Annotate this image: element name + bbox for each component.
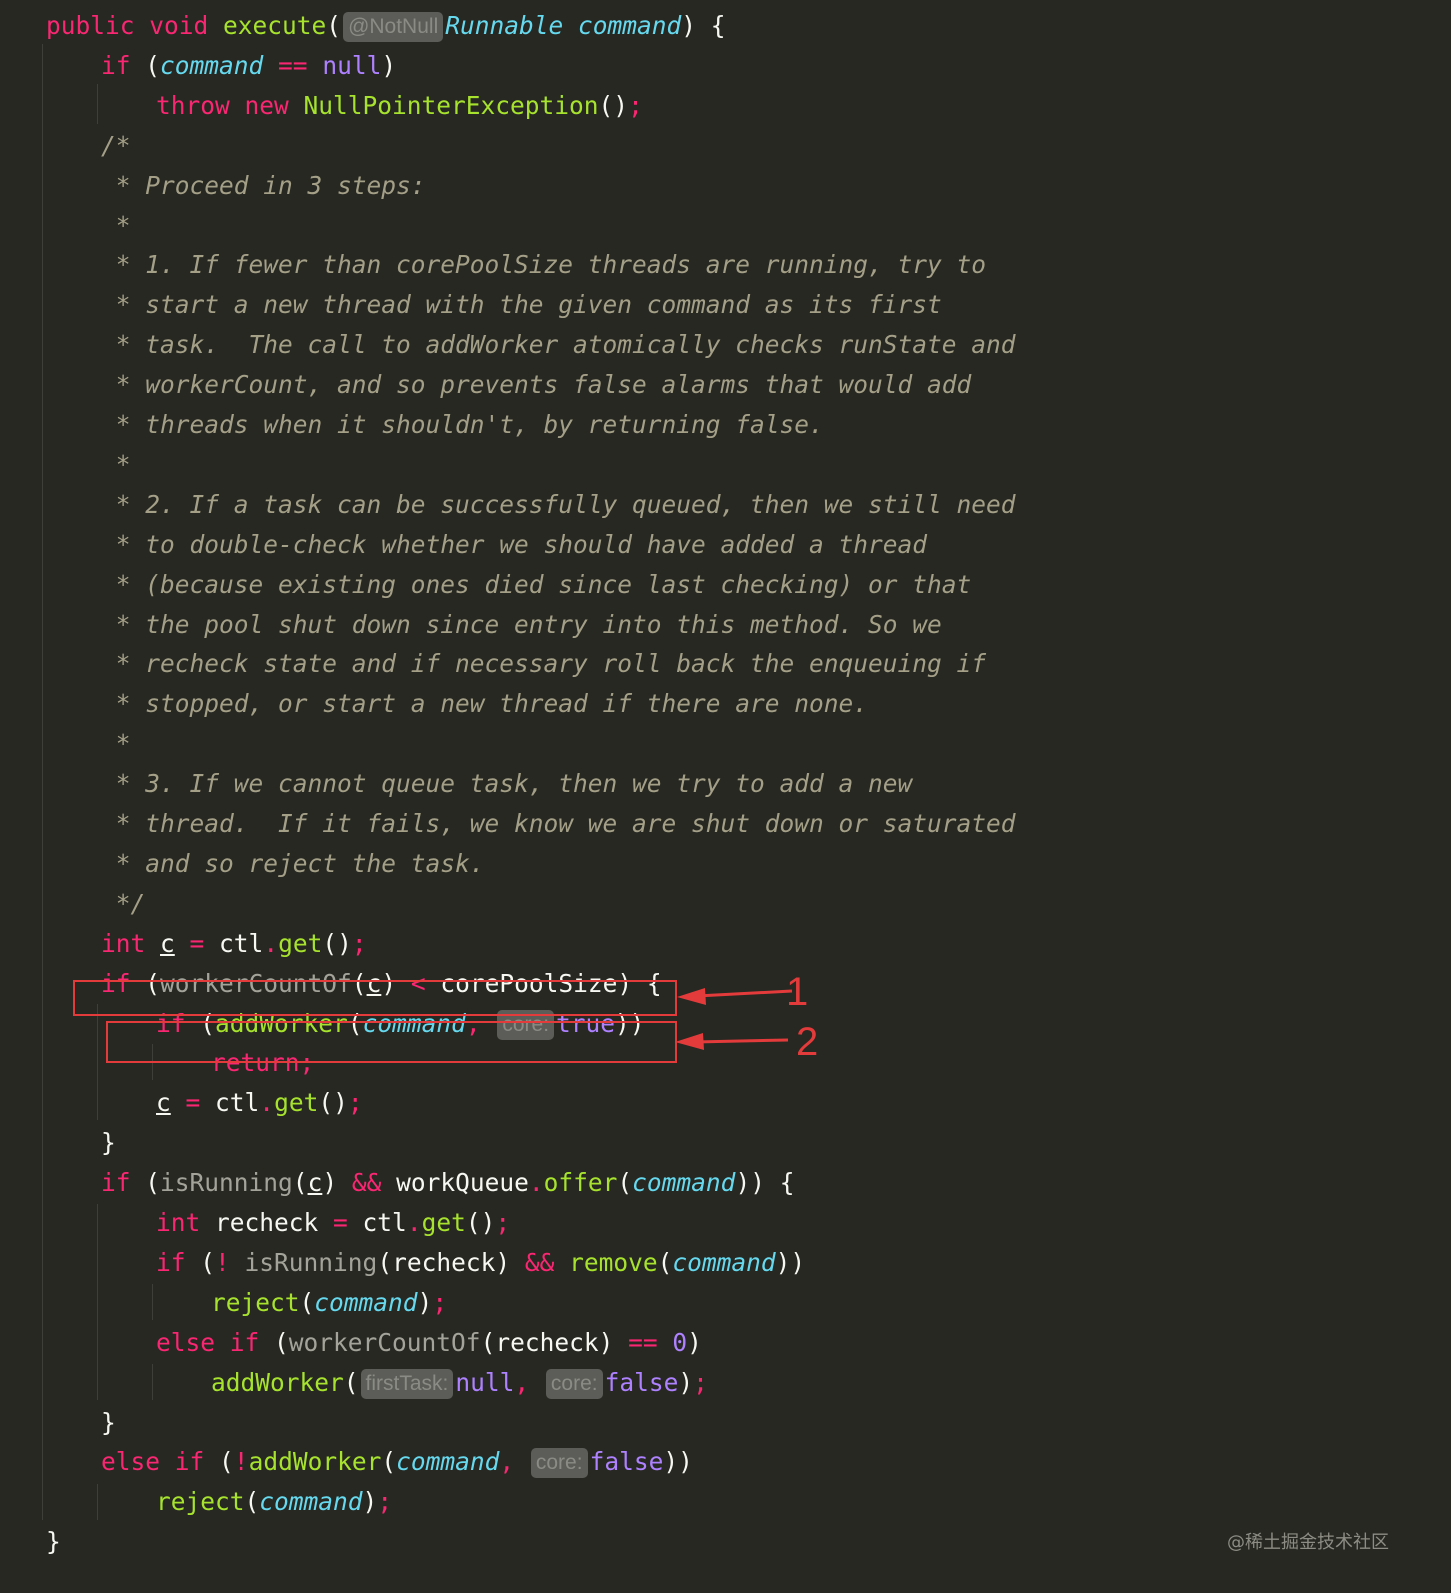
- arrow-1-head: [677, 988, 706, 1005]
- arrow-2-head: [675, 1033, 704, 1050]
- annotation-label-1: 1: [786, 970, 809, 1014]
- watermark-text: @稀土掘金技术社区: [1227, 1532, 1389, 1553]
- annotation-label-2: 2: [796, 1020, 819, 1064]
- arrow-1-shaft: [696, 989, 793, 998]
- arrow-2-shaft: [694, 1038, 789, 1044]
- annotation-arrows: [675, 988, 793, 1050]
